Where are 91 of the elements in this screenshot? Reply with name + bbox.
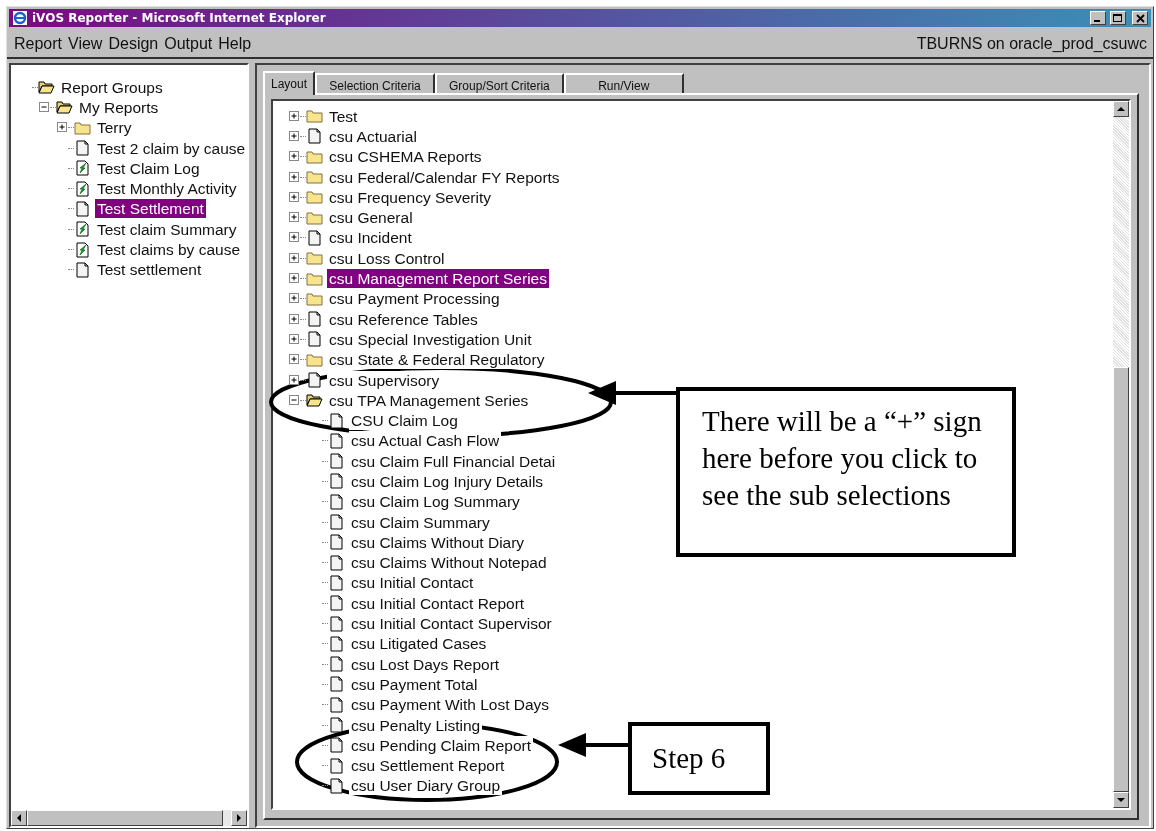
tab[interactable]: Group/Sort Criteria [435, 73, 564, 93]
folder-icon [306, 290, 323, 307]
report-icon [74, 160, 91, 177]
pointer-arrow [558, 733, 628, 757]
folder-icon [306, 189, 323, 206]
maximize-button[interactable] [1110, 11, 1126, 25]
vertical-scrollbar[interactable] [1113, 101, 1129, 808]
page-icon [306, 311, 323, 328]
expand-toggle[interactable] [289, 252, 300, 264]
page-icon [328, 412, 345, 429]
page-icon [328, 737, 345, 754]
expand-toggle[interactable] [289, 293, 300, 305]
page-icon [328, 757, 345, 774]
expand-toggle[interactable] [289, 354, 300, 366]
up-arrow-icon[interactable] [1117, 106, 1125, 112]
tree-item[interactable]: Test Settlement [95, 199, 206, 219]
folder-icon [306, 169, 323, 186]
folder-icon [306, 209, 323, 226]
menu-item[interactable]: Report [11, 35, 66, 53]
expand-toggle[interactable] [289, 130, 300, 142]
page-icon [328, 473, 345, 490]
tree-item[interactable]: csu Supervisory [327, 370, 442, 390]
menu-item[interactable]: View [65, 35, 106, 53]
close-button[interactable] [1132, 11, 1148, 25]
page-icon [328, 453, 345, 470]
page-icon [306, 331, 323, 348]
browser-icon [12, 10, 28, 26]
tree-item[interactable]: csu Management Report Series [327, 269, 549, 288]
expand-toggle[interactable] [289, 191, 300, 203]
folder-icon [74, 119, 91, 136]
menu-item[interactable]: Output [161, 35, 216, 53]
report-icon [74, 180, 91, 197]
collapse-toggle[interactable] [289, 394, 300, 406]
menu-item[interactable]: Help [215, 35, 255, 53]
report-icon [74, 221, 91, 238]
open-folder-icon [56, 99, 73, 116]
page-icon [328, 717, 345, 734]
expand-toggle[interactable] [289, 212, 300, 224]
page-icon [328, 595, 345, 612]
page-icon [328, 777, 345, 794]
expand-toggle[interactable] [289, 151, 300, 163]
open-folder-icon [38, 79, 55, 96]
page-icon [328, 514, 345, 531]
page-icon [328, 696, 345, 713]
right-arrow-icon[interactable] [236, 814, 242, 822]
callout-note: Step 6 [628, 722, 770, 795]
open-folder-icon [306, 392, 323, 409]
page-icon [328, 554, 345, 571]
menu-item[interactable]: Design [105, 35, 162, 53]
page-icon [328, 615, 345, 632]
page-icon [74, 261, 91, 278]
page-icon [328, 534, 345, 551]
page-icon [74, 140, 91, 157]
page-icon [328, 635, 345, 652]
tab[interactable]: Layout [263, 71, 316, 95]
page-icon [328, 432, 345, 449]
horizontal-scrollbar[interactable] [11, 810, 247, 826]
folder-icon [306, 148, 323, 165]
page-icon [328, 493, 345, 510]
page-icon [328, 676, 345, 693]
page-icon [306, 372, 323, 388]
collapse-toggle[interactable] [39, 101, 50, 113]
tree-item[interactable]: csu Pending Claim Report [349, 735, 534, 755]
expand-toggle[interactable] [289, 171, 300, 183]
folder-icon [306, 250, 323, 267]
connection-label: TBURNS on oracle_prod_csuwc [916, 35, 1148, 53]
page-icon [328, 656, 345, 673]
page-icon [328, 574, 345, 591]
expand-toggle[interactable] [289, 232, 300, 244]
tab[interactable]: Run/View [563, 73, 684, 93]
down-arrow-icon[interactable] [1117, 797, 1125, 803]
expand-toggle[interactable] [289, 273, 300, 284]
page-icon [306, 229, 323, 246]
expand-toggle[interactable] [289, 313, 300, 325]
folder-icon [306, 351, 323, 368]
expand-toggle[interactable] [289, 333, 300, 345]
close-icon [1135, 13, 1145, 23]
folder-icon [306, 108, 323, 125]
expand-toggle[interactable] [57, 122, 68, 134]
expand-toggle[interactable] [289, 110, 300, 122]
tab[interactable]: Selection Criteria [315, 73, 436, 93]
page-icon [74, 200, 91, 217]
report-icon [74, 241, 91, 258]
page-icon [306, 128, 323, 145]
maximize-icon [1113, 13, 1123, 23]
folder-icon [306, 270, 323, 287]
window-title: iVOS Reporter - Microsoft Internet Explorer [32, 11, 327, 25]
left-arrow-icon[interactable] [16, 814, 22, 822]
minimize-button[interactable] [1090, 11, 1106, 25]
expand-toggle[interactable] [289, 374, 300, 386]
callout-note: There will be a “+” sign here before you click to see the sub selections [676, 387, 1016, 557]
